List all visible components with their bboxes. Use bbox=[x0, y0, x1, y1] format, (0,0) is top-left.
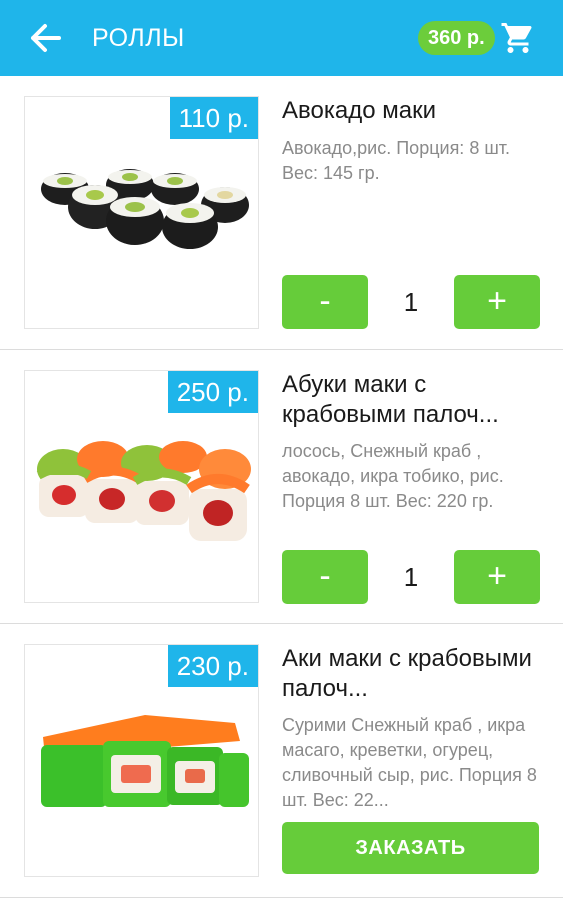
cart-total-badge[interactable]: 360 р. bbox=[418, 21, 495, 55]
decrease-quantity-button[interactable]: - bbox=[282, 275, 368, 329]
quantity-value: 1 bbox=[403, 287, 419, 317]
product-description: Сурими Снежный краб , икра масаго, креве… bbox=[282, 715, 537, 810]
quantity-value: 1 bbox=[403, 562, 419, 592]
price-tag: 250 р. bbox=[167, 371, 258, 413]
price-tag: 110 р. bbox=[169, 97, 258, 139]
back-button[interactable] bbox=[24, 18, 68, 58]
increase-quantity-button[interactable]: + bbox=[454, 275, 540, 329]
app-bar: РОЛЛЫ 360 р. bbox=[0, 0, 563, 76]
arrow-left-icon bbox=[31, 24, 61, 52]
order-button[interactable]: ЗАКАЗАТЬ bbox=[282, 822, 539, 874]
product-image[interactable]: 230 р. bbox=[24, 644, 259, 877]
price-tag: 230 р. bbox=[167, 645, 258, 687]
product-card: 230 р. Аки маки с крабовыми палоч... Сур… bbox=[0, 624, 563, 898]
product-card: 110 р. Авокадо маки Авокадо,рис. Порция:… bbox=[0, 76, 563, 350]
product-name: Аки маки с крабовыми палоч... bbox=[282, 645, 532, 702]
page-title: РОЛЛЫ bbox=[92, 24, 185, 52]
product-description: Авокадо,рис. Порция: 8 шт. Вес: 145 гр. bbox=[282, 138, 511, 183]
increase-quantity-button[interactable]: + bbox=[454, 550, 540, 604]
decrease-quantity-button[interactable]: - bbox=[282, 550, 368, 604]
product-name: Абуки маки с крабовыми палоч... bbox=[282, 371, 499, 428]
product-description: лосось, Снежный краб , авокадо, икра тоб… bbox=[282, 441, 504, 511]
cart-button[interactable] bbox=[500, 20, 536, 56]
product-card: 250 р. Абуки маки с крабовыми палоч... л… bbox=[0, 350, 563, 624]
product-image[interactable]: 110 р. bbox=[24, 96, 259, 329]
shopping-cart-icon bbox=[501, 23, 532, 53]
product-name: Авокадо маки bbox=[282, 97, 436, 124]
product-image[interactable]: 250 р. bbox=[24, 370, 259, 603]
